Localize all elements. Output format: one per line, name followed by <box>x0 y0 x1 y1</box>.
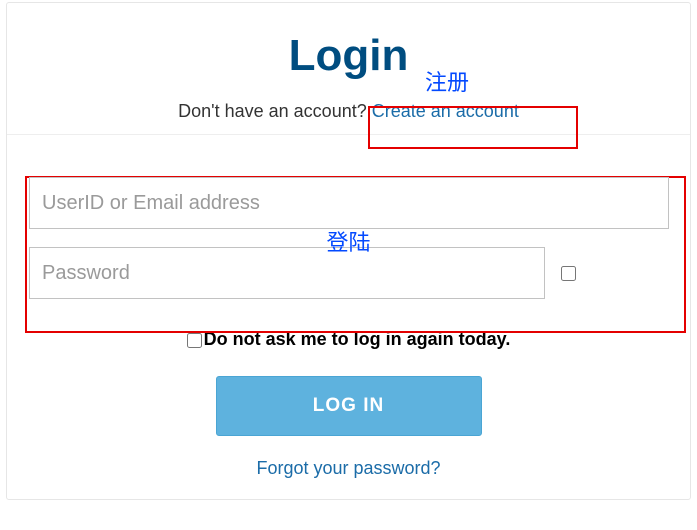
row-gap: 登陆 <box>29 229 668 247</box>
persist-row: Do not ask me to log in again today. <box>7 329 690 350</box>
login-form: 登陆 <box>7 177 690 299</box>
create-account-link[interactable]: Create an account <box>372 101 519 121</box>
password-input[interactable] <box>29 247 545 299</box>
login-button-wrap: LOG IN <box>7 376 690 436</box>
forgot-password-link[interactable]: Forgot your password? <box>256 458 440 478</box>
userid-row <box>29 177 668 229</box>
show-password-checkbox[interactable] <box>561 266 576 281</box>
forgot-wrap: Forgot your password? <box>7 458 690 479</box>
annotation-register: 注册 <box>425 65 469 97</box>
create-account-line: Don't have an account? Create an account <box>7 101 690 122</box>
userid-input[interactable] <box>29 177 669 229</box>
divider <box>7 134 690 135</box>
login-button[interactable]: LOG IN <box>216 376 482 436</box>
title-wrap: Login 注册 <box>7 31 690 81</box>
persist-checkbox[interactable] <box>187 333 202 348</box>
page-title: Login <box>289 31 409 81</box>
no-account-text: Don't have an account? <box>178 101 372 121</box>
persist-label: Do not ask me to log in again today. <box>204 329 511 349</box>
login-card: Login 注册 Don't have an account? Create a… <box>6 2 691 500</box>
annotation-login: 登陆 <box>326 225 370 257</box>
